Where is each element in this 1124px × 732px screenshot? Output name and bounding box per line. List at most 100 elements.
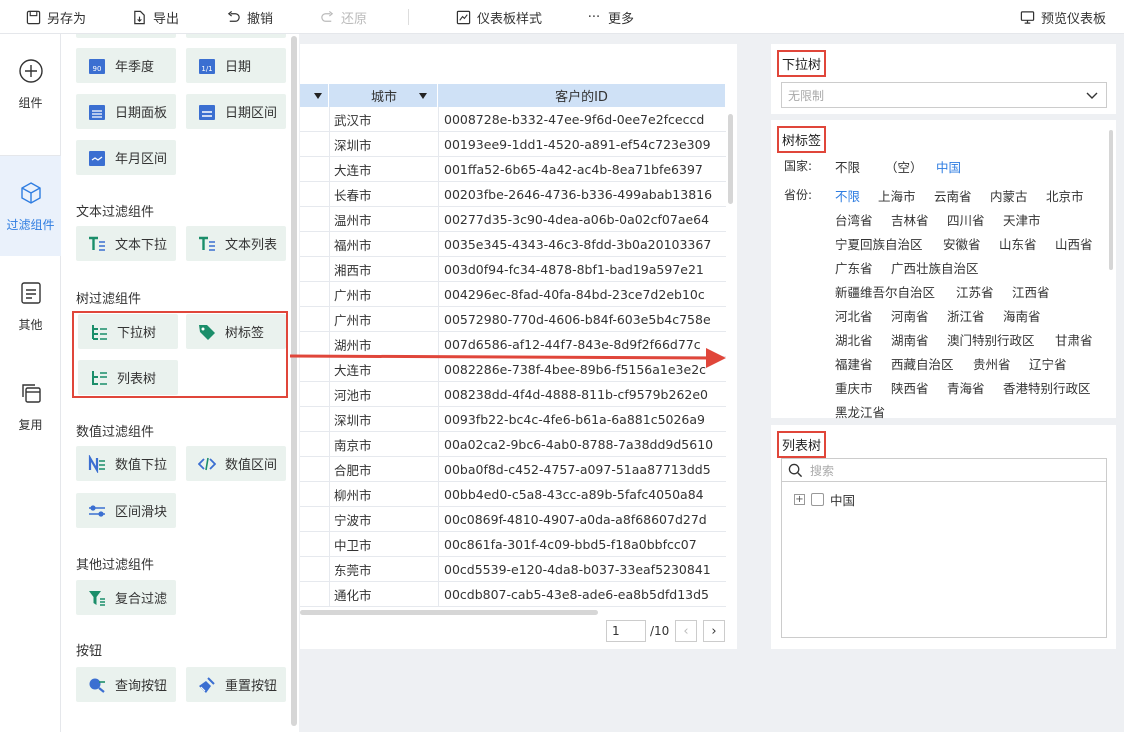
province-tag[interactable]: 辽宁省 (1029, 354, 1067, 373)
component-year-quarter[interactable]: 90 年季度 (76, 48, 176, 83)
table-row[interactable]: 武汉市 0008728e-b332-47ee-9f6d-0ee7e2fceccd (300, 107, 726, 132)
country-tag[interactable]: （空） (885, 157, 923, 176)
province-tag[interactable]: 不限 (835, 186, 860, 205)
province-tag[interactable]: 福建省 (835, 354, 873, 373)
table-row[interactable]: 深圳市 0093fb22-bc4c-4fe6-b61a-6a881c5026a9 (300, 407, 726, 432)
component-number-range[interactable]: 数值区间 (186, 446, 286, 481)
province-tag[interactable]: 四川省 (947, 210, 985, 229)
province-tag[interactable]: 澳门特别行政区 (947, 330, 1035, 349)
prev-page-button[interactable]: ‹ (675, 620, 697, 642)
more-button[interactable]: ··· 更多 (586, 0, 634, 34)
panel-scrollbar[interactable] (291, 36, 297, 726)
component-range-slider[interactable]: 区间滑块 (76, 493, 176, 528)
table-row[interactable]: 中卫市 00c861fa-301f-4c09-bbd5-f18a0bbfcc07 (300, 532, 726, 557)
save-as-button[interactable]: 另存为 (25, 0, 86, 34)
province-tag[interactable]: 湖北省 (835, 330, 873, 349)
rail-item-filter-components[interactable]: 过滤组件 (0, 156, 61, 256)
province-tag[interactable]: 天津市 (1003, 210, 1041, 229)
province-tag[interactable]: 山东省 (999, 234, 1037, 253)
table-row[interactable]: 长春市 00203fbe-2646-4736-b336-499abab13816 (300, 182, 726, 207)
province-tag[interactable]: 浙江省 (947, 306, 985, 325)
province-tag[interactable]: 吉林省 (891, 210, 929, 229)
table-row[interactable]: 东莞市 00cd5539-e120-4da8-b037-33eaf5230841 (300, 557, 726, 582)
redo-button[interactable]: 还原 (319, 0, 367, 34)
component-year-month-range[interactable]: 年月区间 (76, 140, 176, 175)
province-tag[interactable]: 香港特别行政区 (1003, 378, 1091, 397)
cell-city: 中卫市 (334, 538, 372, 553)
province-tag[interactable]: 湖南省 (891, 330, 929, 349)
province-tag[interactable]: 江苏省 (956, 282, 994, 301)
component-reset-button[interactable]: 重置按钮 (186, 667, 286, 702)
component-date-panel[interactable]: 日期面板 (76, 94, 176, 129)
table-row[interactable]: 大连市 001ffa52-6b65-4a42-ac4b-8ea71bfe6397 (300, 157, 726, 182)
tree-node-china[interactable]: + 中国 (794, 490, 855, 509)
rail-item-reuse[interactable]: 复用 (0, 356, 61, 456)
dashboard-style-button[interactable]: 仪表板样式 (455, 0, 542, 34)
preview-dashboard-button[interactable]: 预览仪表板 (1019, 0, 1106, 34)
export-button[interactable]: 导出 (131, 0, 179, 34)
tree-tag-scrollbar[interactable] (1109, 130, 1113, 270)
province-tag[interactable]: 新疆维吾尔自治区 (835, 282, 935, 301)
province-tag[interactable]: 内蒙古 (990, 186, 1028, 205)
province-tag[interactable]: 山西省 (1055, 234, 1093, 253)
table-row[interactable]: 宁波市 00c0869f-4810-4907-a0da-a8f68607d27d (300, 507, 726, 532)
province-tag[interactable]: 北京市 (1046, 186, 1084, 205)
province-tag[interactable]: 海南省 (1003, 306, 1041, 325)
component-number-dropdown[interactable]: 数值下拉 (76, 446, 176, 481)
table-row[interactable]: 广州市 004296ec-8fad-40fa-84bd-23ce7d2eb10c (300, 282, 726, 307)
page-number-input[interactable]: 1 (606, 620, 646, 642)
province-tag[interactable]: 宁夏回族自治区 (835, 234, 923, 253)
province-tag[interactable]: 陕西省 (891, 378, 929, 397)
rail-item-other[interactable]: 其他 (0, 256, 61, 356)
province-tag[interactable]: 西藏自治区 (891, 354, 954, 373)
rail-item-components[interactable]: 组件 (0, 34, 61, 134)
table-row[interactable]: 深圳市 00193ee9-1dd1-4520-a891-ef54c723e309 (300, 132, 726, 157)
province-tag[interactable]: 青海省 (947, 378, 985, 397)
province-tag[interactable]: 安徽省 (943, 234, 981, 253)
table-row[interactable]: 温州市 00277d35-3c90-4dea-a06b-0a02cf07ae64 (300, 207, 726, 232)
cell-city: 合肥市 (334, 463, 372, 478)
table-row[interactable]: 广州市 00572980-770d-4606-b84f-603e5b4c758e (300, 307, 726, 332)
table-row[interactable]: 湘西市 003d0f94-fc34-4878-8bf1-bad19a597e21 (300, 257, 726, 282)
province-tag[interactable]: 台湾省 (835, 210, 873, 229)
next-page-button[interactable]: › (703, 620, 725, 642)
text-list-icon (198, 235, 216, 253)
component-query-button[interactable]: 查询按钮 (76, 667, 176, 702)
component-compound-filter[interactable]: 复合过滤 (76, 580, 176, 615)
province-tag[interactable]: 广西壮族自治区 (891, 258, 979, 277)
expand-plus-icon[interactable]: + (794, 494, 805, 505)
column-header-customer-id[interactable]: 客户的ID (438, 84, 726, 107)
province-tag[interactable]: 甘肃省 (1055, 330, 1093, 349)
column-sort-toggle[interactable] (300, 84, 329, 107)
component-date[interactable]: 1/1 日期 (186, 48, 286, 83)
province-tag[interactable]: 广东省 (835, 258, 873, 277)
component-date-range[interactable]: 日期区间 (186, 94, 286, 129)
component-text-dropdown[interactable]: 文本下拉 (76, 226, 176, 261)
query-search-icon (88, 676, 106, 694)
list-tree-search-input[interactable]: 搜索 (781, 458, 1107, 482)
country-tag[interactable]: 不限 (835, 157, 860, 176)
table-row[interactable]: 河池市 008238dd-4f4d-4888-811b-cf9579b262e0 (300, 382, 726, 407)
province-tag[interactable]: 上海市 (878, 186, 916, 205)
component-text-list[interactable]: 文本列表 (186, 226, 286, 261)
dropdown-tree-select[interactable]: 无限制 (781, 82, 1107, 108)
chevron-down-icon (1086, 92, 1098, 99)
table-row[interactable]: 南京市 00a02ca2-9bc6-4ab0-8788-7a38dd9d5610 (300, 432, 726, 457)
province-tag[interactable]: 河南省 (891, 306, 929, 325)
province-tag[interactable]: 黑龙江省 (835, 402, 885, 421)
column-header-city[interactable]: 城市 (329, 84, 438, 107)
province-tag[interactable]: 重庆市 (835, 378, 873, 397)
table-horizontal-scrollbar[interactable] (300, 610, 598, 615)
table-vertical-scrollbar[interactable] (728, 114, 733, 204)
country-tag[interactable]: 中国 (936, 157, 961, 176)
province-tag[interactable]: 云南省 (934, 186, 972, 205)
undo-button[interactable]: 撤销 (225, 0, 273, 34)
tree-node-checkbox[interactable] (811, 493, 824, 506)
table-row[interactable]: 柳州市 00bb4ed0-c5a8-43cc-a89b-5fafc4050a84 (300, 482, 726, 507)
province-tag[interactable]: 贵州省 (973, 354, 1011, 373)
table-row[interactable]: 合肥市 00ba0f8d-c452-4757-a097-51aa87713dd5 (300, 457, 726, 482)
province-tag[interactable]: 河北省 (835, 306, 873, 325)
province-tag[interactable]: 江西省 (1012, 282, 1050, 301)
table-row[interactable]: 通化市 00cdb807-cab5-43e8-ade6-ea8b5dfd13d5 (300, 582, 726, 607)
table-row[interactable]: 福州市 0035e345-4343-46c3-8fdd-3b0a20103367 (300, 232, 726, 257)
